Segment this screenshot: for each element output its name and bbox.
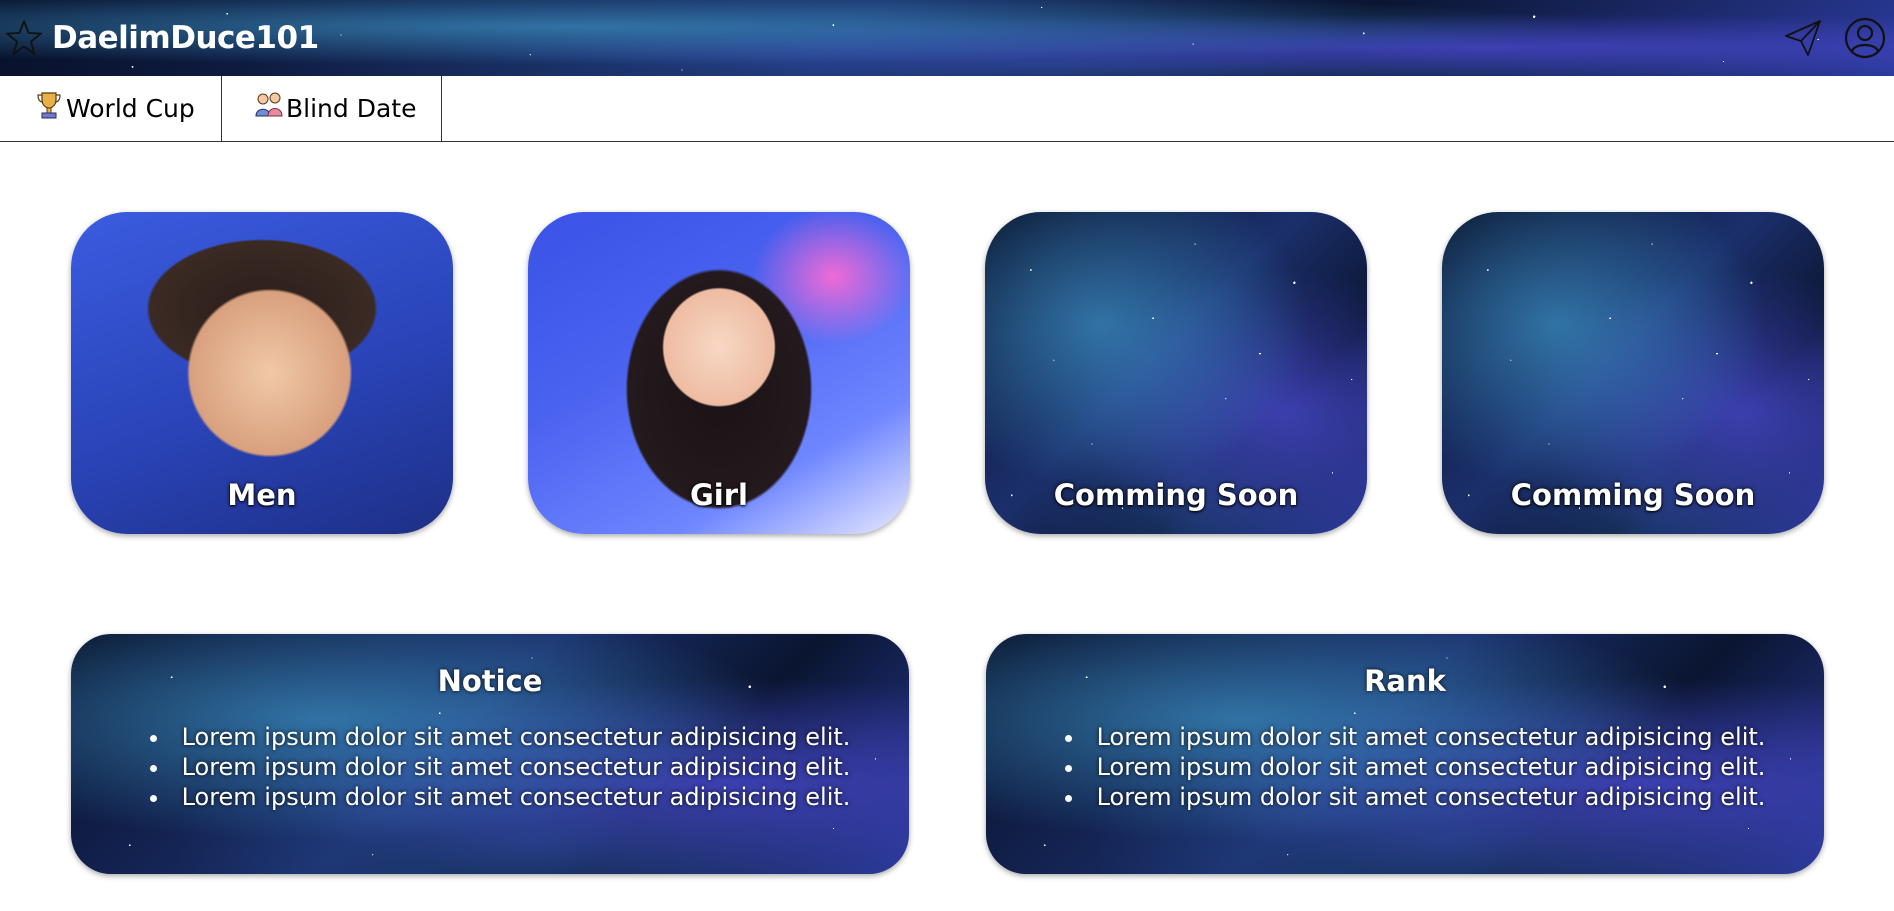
card-men-label: Men [227, 478, 297, 512]
paper-plane-icon[interactable] [1780, 15, 1826, 61]
notice-panel: Notice Lorem ipsum dolor sit amet consec… [71, 634, 909, 874]
brand-link[interactable]: DaelimDuce101 [4, 18, 319, 58]
star-outline-icon [4, 18, 44, 58]
main-nav: World Cup Blind Date [0, 76, 1894, 142]
rank-list: Lorem ipsum dolor sit amet consectetur a… [986, 722, 1824, 812]
card-men[interactable]: Men [71, 212, 453, 534]
list-item: Lorem ipsum dolor sit amet consectetur a… [1006, 722, 1824, 752]
list-item: Lorem ipsum dolor sit amet consectetur a… [1006, 752, 1824, 782]
card-girl-label: Girl [690, 478, 748, 512]
list-item: Lorem ipsum dolor sit amet consectetur a… [1006, 782, 1824, 812]
rank-title: Rank [1364, 664, 1446, 698]
tab-world-cup[interactable]: World Cup [0, 76, 222, 141]
top-header: DaelimDuce101 [0, 0, 1894, 76]
trophy-icon [34, 90, 64, 120]
category-cards: Men Girl Comming Soon Comming Soon [71, 212, 1824, 534]
card-coming-soon-1[interactable]: Comming Soon [985, 212, 1367, 534]
list-item: Lorem ipsum dolor sit amet consectetur a… [91, 752, 909, 782]
tab-world-cup-label: World Cup [66, 94, 195, 123]
tab-blind-date-label: Blind Date [286, 94, 417, 123]
list-item: Lorem ipsum dolor sit amet consectetur a… [91, 722, 909, 752]
card-coming-soon-2[interactable]: Comming Soon [1442, 212, 1824, 534]
user-circle-icon[interactable] [1842, 15, 1888, 61]
tab-blind-date[interactable]: Blind Date [222, 76, 442, 141]
notice-title: Notice [437, 664, 543, 698]
card-coming-soon-2-label: Comming Soon [1510, 478, 1756, 512]
rank-panel: Rank Lorem ipsum dolor sit amet consecte… [986, 634, 1824, 874]
header-actions [1780, 15, 1888, 61]
notice-list: Lorem ipsum dolor sit amet consectetur a… [71, 722, 909, 812]
card-girl[interactable]: Girl [528, 212, 910, 534]
list-item: Lorem ipsum dolor sit amet consectetur a… [91, 782, 909, 812]
couple-icon [254, 90, 284, 120]
card-coming-soon-1-label: Comming Soon [1053, 478, 1299, 512]
site-title: DaelimDuce101 [52, 20, 319, 56]
